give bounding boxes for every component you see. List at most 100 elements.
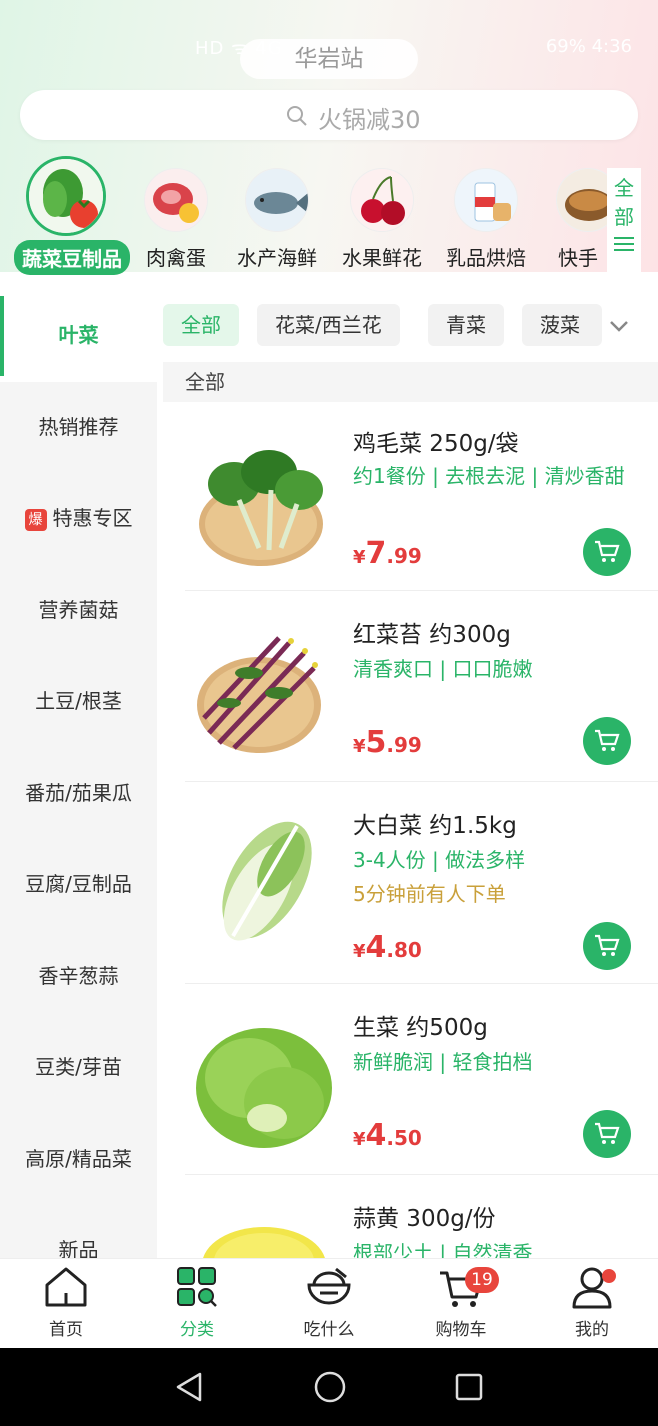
tab-label: 我的 xyxy=(575,1320,609,1340)
all-categories-label: 全 xyxy=(614,176,634,200)
all-categories-label: 部 xyxy=(614,205,634,229)
sidebar-item-root[interactable]: 土豆/根茎 xyxy=(0,656,157,748)
add-to-cart-button[interactable] xyxy=(583,1110,631,1158)
home-icon xyxy=(45,1267,87,1307)
product-name: 蒜黄 300g/份 xyxy=(353,1206,496,1232)
product-card[interactable]: 鸡毛菜 250g/袋 约1餐份 | 去根去泥 | 清炒香甜 ¥7.99 xyxy=(185,402,658,591)
price-dec: .80 xyxy=(386,938,422,962)
product-name: 鸡毛菜 250g/袋 xyxy=(353,431,519,457)
category-label: 乳品烘焙 xyxy=(446,246,526,270)
lettuce-image xyxy=(189,1008,339,1158)
sidebar-item-mushroom[interactable]: 营养菌菇 xyxy=(0,565,157,657)
sidebar-item-leafy[interactable]: 叶菜 xyxy=(0,290,157,382)
chip-all[interactable]: 全部 xyxy=(163,304,239,346)
chip-greens[interactable]: 青菜 xyxy=(428,304,504,346)
milk-icon xyxy=(454,168,518,232)
price-int: 4 xyxy=(365,930,387,965)
leafy-greens-image xyxy=(189,424,339,574)
chip-cauliflower[interactable]: 花菜/西兰花 xyxy=(257,304,400,346)
price-int: 4 xyxy=(365,1118,387,1153)
category-label: 水产海鲜 xyxy=(237,246,317,270)
filter-chips: 全部 花菜/西兰花 青菜 菠菜 xyxy=(157,290,658,362)
category-label: 水果鲜花 xyxy=(342,246,422,270)
tab-what-to-eat[interactable]: 吃什么 xyxy=(269,1265,389,1340)
tab-label: 吃什么 xyxy=(303,1320,355,1340)
product-desc: 根部少土 | 自然清香 xyxy=(353,1241,533,1258)
price-dec: .99 xyxy=(386,733,422,757)
vegetable-icon xyxy=(26,156,106,236)
cart-icon xyxy=(595,934,620,956)
recent-apps-icon[interactable] xyxy=(454,1370,484,1404)
tab-category[interactable]: 分类 xyxy=(137,1265,257,1340)
category-meat[interactable]: 肉禽蛋 xyxy=(124,152,228,271)
product-card[interactable]: 蒜黄 300g/份 根部少土 | 自然清香 xyxy=(185,1175,658,1258)
bowl-icon xyxy=(307,1267,351,1305)
chevron-down-icon[interactable] xyxy=(607,314,631,338)
add-to-cart-button[interactable] xyxy=(583,922,631,970)
category-fruit[interactable]: 水果鲜花 xyxy=(330,152,434,271)
category-seafood[interactable]: 水产海鲜 xyxy=(225,152,329,271)
product-card[interactable]: 红菜苔 约300g 清香爽口 | 口口脆嫩 ¥5.99 xyxy=(185,591,658,782)
price-int: 5 xyxy=(365,725,387,760)
category-dairy[interactable]: 乳品烘焙 xyxy=(434,152,538,271)
sidebar-item-label: 特惠专区 xyxy=(52,506,133,530)
category-quick[interactable]: 快手 xyxy=(540,152,610,271)
category-label: 蔬菜豆制品 xyxy=(14,240,130,275)
subcategory-sidebar: 叶菜 热销推荐 爆特惠专区 营养菌菇 土豆/根茎 番茄/茄果瓜 豆腐/豆制品 香… xyxy=(0,290,157,1258)
station-selector[interactable]: 华岩站 xyxy=(240,39,418,79)
hot-badge: 爆 xyxy=(24,508,47,531)
category-label: 快手 xyxy=(558,246,598,270)
search-icon xyxy=(287,106,307,126)
product-card[interactable]: 大白菜 约1.5kg 3-4人份 | 做法多样 5分钟前有人下单 ¥4.80 xyxy=(185,782,658,984)
sidebar-item-tofu[interactable]: 豆腐/豆制品 xyxy=(0,839,157,931)
system-nav-bar xyxy=(0,1348,658,1426)
all-categories-button[interactable]: 全 部 xyxy=(607,168,641,272)
product-price: ¥5.99 xyxy=(353,725,422,760)
sidebar-item-deals[interactable]: 爆特惠专区 xyxy=(0,473,157,565)
red-stem-greens-image xyxy=(189,613,339,763)
sidebar-item-beans[interactable]: 豆类/芽苗 xyxy=(0,1022,157,1114)
notification-dot xyxy=(602,1269,616,1283)
category-icon xyxy=(177,1267,217,1307)
category-vegetables[interactable]: 蔬菜豆制品 xyxy=(14,152,130,275)
sidebar-item-new[interactable]: 新品 xyxy=(0,1205,157,1258)
cherry-icon xyxy=(350,168,414,232)
napa-cabbage-image xyxy=(189,808,339,958)
currency-symbol: ¥ xyxy=(353,736,366,757)
search-bar[interactable]: 火锅减30 xyxy=(20,90,638,140)
home-nav-icon[interactable] xyxy=(313,1370,347,1404)
sidebar-item-tomato[interactable]: 番茄/茄果瓜 xyxy=(0,748,157,840)
sidebar-item-aromatics[interactable]: 香辛葱蒜 xyxy=(0,931,157,1023)
section-header: 全部 xyxy=(163,362,658,402)
product-list: 鸡毛菜 250g/袋 约1餐份 | 去根去泥 | 清炒香甜 ¥7.99 红菜苔 … xyxy=(157,402,658,1258)
cart-count-badge: 19 xyxy=(465,1267,499,1293)
meat-icon xyxy=(144,168,208,232)
cart-icon xyxy=(595,1122,620,1144)
search-placeholder: 火锅减30 xyxy=(318,106,421,134)
back-icon[interactable] xyxy=(174,1370,204,1404)
chip-spinach[interactable]: 菠菜 xyxy=(522,304,602,346)
product-name: 大白菜 约1.5kg xyxy=(353,813,517,839)
tab-profile[interactable]: 我的 xyxy=(532,1265,652,1340)
header-background: HD ᯤ 4G 69% 4:36 华岩站 火锅减30 蔬菜豆制品 肉禽蛋 水产海… xyxy=(0,0,658,275)
fish-icon xyxy=(245,168,309,232)
add-to-cart-button[interactable] xyxy=(583,717,631,765)
sidebar-item-premium[interactable]: 高原/精品菜 xyxy=(0,1114,157,1206)
product-price: ¥4.50 xyxy=(353,1118,422,1153)
currency-symbol: ¥ xyxy=(353,547,366,568)
price-dec: .99 xyxy=(386,544,422,568)
price-int: 7 xyxy=(365,536,387,571)
category-label: 肉禽蛋 xyxy=(146,246,206,270)
add-to-cart-button[interactable] xyxy=(583,528,631,576)
status-bar: HD ᯤ 4G 69% 4:36 华岩站 xyxy=(0,22,658,79)
currency-symbol: ¥ xyxy=(353,1129,366,1150)
garlic-chives-image xyxy=(189,1205,339,1258)
product-card[interactable]: 生菜 约500g 新鲜脆润 | 轻食拍档 ¥4.50 xyxy=(185,984,658,1175)
tab-home[interactable]: 首页 xyxy=(6,1265,126,1340)
status-right: 69% 4:36 xyxy=(545,36,632,57)
tab-label: 购物车 xyxy=(435,1320,487,1340)
product-name: 红菜苔 约300g xyxy=(353,622,511,648)
tab-cart[interactable]: 19 购物车 xyxy=(401,1265,521,1340)
product-price: ¥7.99 xyxy=(353,536,422,571)
sidebar-item-hot[interactable]: 热销推荐 xyxy=(0,382,157,474)
